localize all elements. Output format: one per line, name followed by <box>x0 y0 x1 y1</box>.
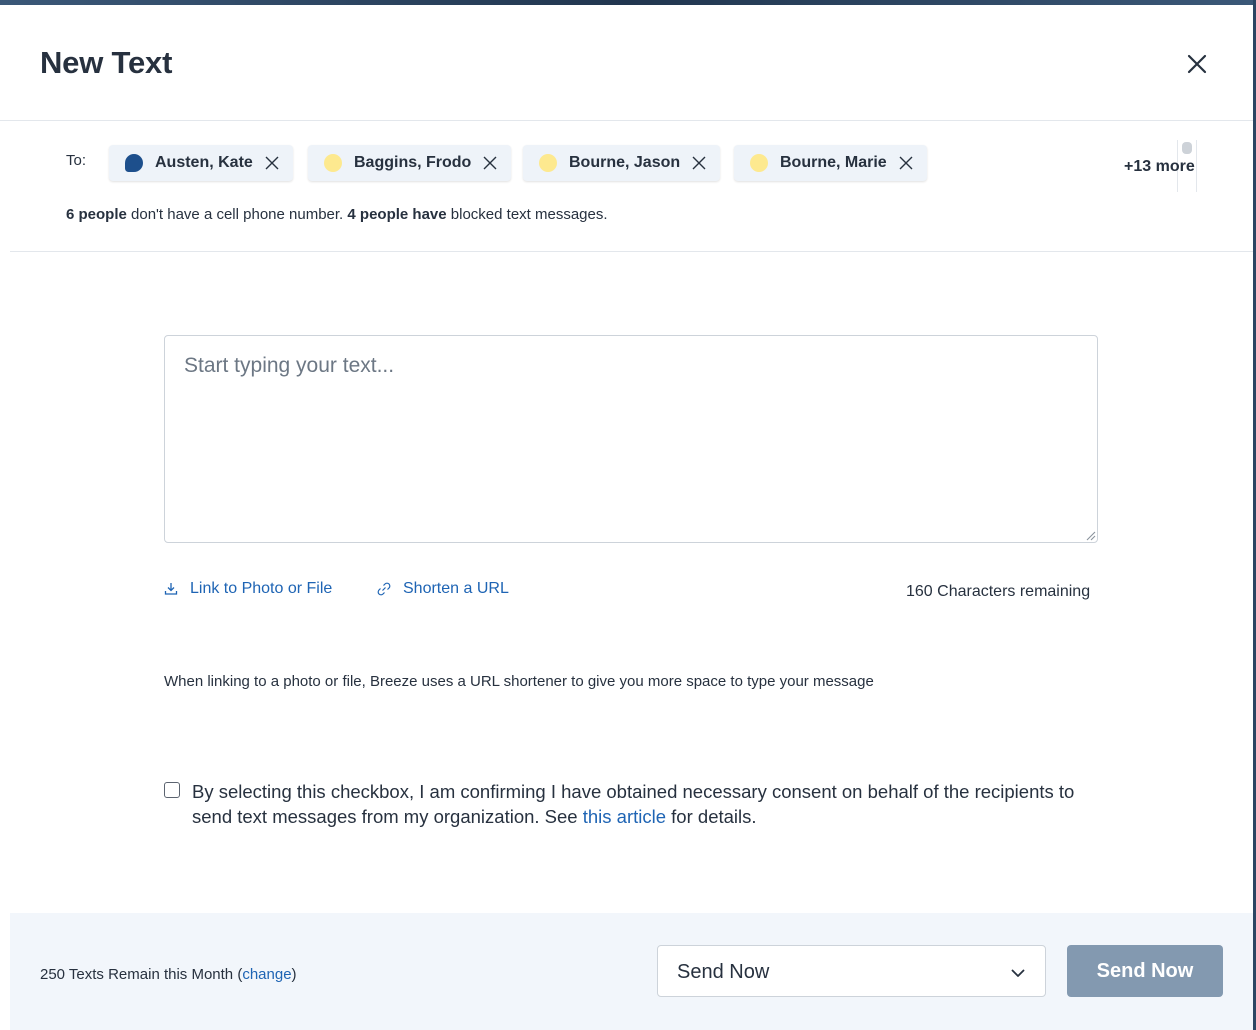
shorten-url-button[interactable]: Shorten a URL <box>377 580 509 598</box>
consent-text: By selecting this checkbox, I am confirm… <box>192 779 1112 829</box>
remove-recipient-icon[interactable] <box>899 156 913 170</box>
recipient-name: Bourne, Marie <box>780 154 887 171</box>
remove-recipient-icon[interactable] <box>692 156 706 170</box>
modal-header: New Text <box>0 5 1253 121</box>
blocked-text: blocked text messages. <box>446 206 608 223</box>
link-photo-label: Link to Photo or File <box>190 580 333 597</box>
modal-footer: 250 Texts Remain this Month (change) Sen… <box>10 913 1253 1030</box>
recipients-section: To: Austen, Kate Baggins, Frodo Bourne, … <box>10 122 1253 252</box>
recipient-name: Baggins, Frodo <box>354 154 472 171</box>
chat-bubble-icon <box>125 154 143 172</box>
url-shortener-note: When linking to a photo or file, Breeze … <box>164 673 874 690</box>
resize-grip-icon[interactable] <box>1084 529 1096 541</box>
recipient-chip[interactable]: Bourne, Jason <box>523 145 721 181</box>
consent-article-link[interactable]: this article <box>583 806 666 827</box>
consent-text-after: for details. <box>666 806 757 827</box>
recipients-warning: 6 people don't have a cell phone number.… <box>66 206 608 223</box>
schedule-select[interactable]: Send Now <box>657 945 1046 997</box>
send-button[interactable]: Send Now <box>1067 945 1223 997</box>
chevron-down-icon <box>1011 969 1025 977</box>
change-link[interactable]: change <box>242 966 291 983</box>
texts-remaining: 250 Texts Remain this Month (change) <box>40 966 297 983</box>
recipient-name: Bourne, Jason <box>569 154 681 171</box>
chars-remaining: 160 Characters remaining <box>906 583 1091 600</box>
status-dot-icon <box>324 154 342 172</box>
new-text-modal: New Text To: Austen, Kate Baggins, Frodo… <box>0 0 1256 1030</box>
consent-checkbox[interactable] <box>164 782 180 798</box>
message-textarea[interactable] <box>164 335 1098 543</box>
link-photo-button[interactable]: Link to Photo or File <box>164 580 332 598</box>
remain-text: 250 Texts Remain this Month ( <box>40 966 243 983</box>
shorten-url-label: Shorten a URL <box>403 580 509 597</box>
remove-recipient-icon[interactable] <box>483 156 497 170</box>
status-dot-icon <box>750 154 768 172</box>
remain-close: ) <box>291 966 297 983</box>
no-phone-count: 6 people <box>66 206 127 223</box>
scrollbar-thumb[interactable] <box>1182 142 1192 154</box>
close-icon[interactable] <box>1184 51 1210 77</box>
recipient-name: Austen, Kate <box>155 154 253 171</box>
link-icon <box>377 582 391 596</box>
download-icon <box>164 583 178 595</box>
schedule-select-value: Send Now <box>677 961 770 983</box>
to-label: To: <box>66 152 87 169</box>
recipient-chip[interactable]: Baggins, Frodo <box>308 145 512 181</box>
remove-recipient-icon[interactable] <box>265 156 279 170</box>
no-phone-text: don't have a cell phone number. <box>126 206 348 223</box>
blocked-count: 4 people have <box>347 206 447 223</box>
status-dot-icon <box>539 154 557 172</box>
more-recipients-link[interactable]: +13 more <box>1124 158 1195 176</box>
recipient-chip[interactable]: Bourne, Marie <box>734 145 927 181</box>
modal-title: New Text <box>40 45 173 80</box>
recipient-chip[interactable]: Austen, Kate <box>109 145 293 181</box>
